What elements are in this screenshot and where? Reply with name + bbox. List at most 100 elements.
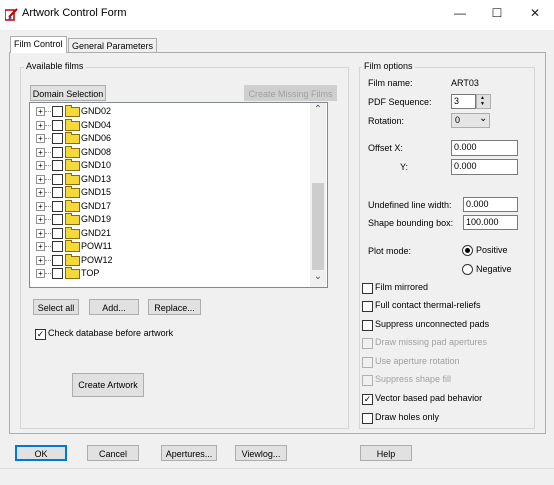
expand-icon[interactable]: +	[36, 242, 45, 251]
film-tree-row[interactable]: + GND19	[30, 213, 310, 226]
film-checkbox[interactable]	[52, 160, 63, 171]
ok-button[interactable]: OK	[15, 445, 67, 461]
replace-button[interactable]: Replace...	[148, 299, 201, 315]
film-checkbox[interactable]	[52, 268, 63, 279]
scroll-down-icon[interactable]: ⌄	[313, 271, 323, 282]
check-icon: ✓	[363, 394, 372, 404]
film-option-checkbox[interactable]	[362, 413, 373, 424]
cancel-button[interactable]: Cancel	[87, 445, 139, 461]
film-option-label: Draw holes only	[375, 412, 440, 422]
film-name-value: ART03	[451, 78, 479, 88]
undefined-line-width-input[interactable]: 0.000	[463, 197, 518, 212]
expand-icon[interactable]: +	[36, 188, 45, 197]
negative-radio[interactable]	[462, 264, 473, 275]
select-all-button[interactable]: Select all	[33, 299, 79, 315]
pdf-sequence-stepper[interactable]: ▲ ▼	[476, 94, 491, 109]
tab-general-parameters[interactable]: General Parameters	[68, 38, 158, 53]
film-checkbox[interactable]	[52, 187, 63, 198]
film-tree-row[interactable]: + POW11	[30, 240, 310, 253]
film-option-checkbox[interactable]	[362, 283, 373, 294]
expand-icon[interactable]: +	[36, 201, 45, 211]
expand-icon[interactable]: +	[36, 134, 45, 143]
tree-connector	[45, 259, 51, 261]
film-tree-row[interactable]: + GND15	[30, 186, 310, 199]
check-icon: ✓	[36, 329, 45, 339]
offset-y-input[interactable]: 0.000	[451, 159, 518, 175]
add-button[interactable]: Add...	[89, 299, 139, 315]
film-option-checkbox[interactable]	[362, 357, 373, 368]
folder-icon	[65, 132, 80, 144]
check-database-checkbox[interactable]: ✓	[35, 329, 46, 340]
film-checkbox[interactable]	[52, 227, 63, 239]
rotation-select[interactable]: 0 ⌄	[451, 113, 490, 128]
film-label: GND19	[81, 214, 112, 224]
expand-icon[interactable]: +	[36, 215, 45, 224]
film-checkbox[interactable]	[52, 119, 63, 131]
chevron-down-icon: ⌄	[479, 113, 488, 124]
film-checkbox[interactable]	[52, 241, 63, 252]
film-checkbox[interactable]	[52, 214, 63, 225]
film-option-checkbox[interactable]	[362, 320, 373, 331]
offset-y-label: Y:	[400, 162, 409, 172]
film-option-checkbox[interactable]: ✓	[362, 394, 373, 405]
film-checkbox[interactable]	[52, 106, 63, 117]
film-tree-row[interactable]: + GND06	[30, 132, 310, 145]
film-checkbox[interactable]	[52, 146, 63, 158]
expand-icon[interactable]: +	[36, 228, 45, 238]
film-checkbox[interactable]	[52, 200, 63, 212]
film-label: GND08	[81, 146, 112, 157]
help-button[interactable]: Help	[360, 445, 412, 461]
maximize-button[interactable]: ☐	[489, 6, 505, 20]
tree-connector	[45, 111, 51, 112]
film-option-checkbox[interactable]	[362, 375, 373, 386]
create-artwork-button[interactable]: Create Artwork	[72, 373, 144, 397]
tree-connector	[45, 273, 51, 274]
film-tree-row[interactable]: + GND21	[30, 226, 310, 240]
viewlog-button[interactable]: Viewlog...	[235, 445, 287, 461]
film-option-checkbox[interactable]	[362, 301, 373, 312]
film-tree-row[interactable]: + GND02	[30, 105, 310, 118]
film-label: GND15	[81, 187, 112, 197]
film-tree-row[interactable]: + GND13	[30, 172, 310, 186]
expand-icon[interactable]: +	[36, 161, 45, 170]
shape-bounding-box-input[interactable]: 100.000	[463, 215, 518, 230]
domain-selection-button[interactable]: Domain Selection	[30, 85, 106, 101]
film-label: TOP	[81, 268, 100, 278]
scroll-up-icon[interactable]: ⌃	[313, 104, 323, 115]
film-tree-row[interactable]: + GND08	[30, 145, 310, 159]
positive-radio[interactable]	[462, 245, 473, 256]
films-tree[interactable]: + GND02 + GND04 + GND06 + GND08 + GND10 + GND13 + GND…	[29, 102, 328, 288]
apertures-button[interactable]: Apertures...	[161, 445, 217, 461]
film-option-label: Draw missing pad apertures	[375, 337, 488, 347]
film-checkbox[interactable]	[52, 173, 63, 185]
expand-icon[interactable]: +	[36, 120, 45, 130]
film-tree-row[interactable]: + GND17	[30, 199, 310, 213]
expand-icon[interactable]: +	[36, 107, 45, 116]
film-checkbox[interactable]	[52, 254, 63, 266]
create-missing-films-button[interactable]: Create Missing Films	[244, 85, 337, 101]
film-label: GND06	[81, 133, 112, 143]
pdf-sequence-input[interactable]: 3	[451, 94, 476, 109]
close-button[interactable]: ✕	[527, 6, 543, 20]
spin-down-icon[interactable]: ▼	[480, 101, 485, 107]
minimize-button[interactable]: —	[452, 6, 468, 20]
expand-icon[interactable]: +	[36, 255, 45, 265]
tree-connector	[45, 165, 51, 166]
expand-icon[interactable]: +	[36, 147, 45, 157]
tree-scrollbar[interactable]: ⌃ ⌄	[310, 103, 326, 287]
scroll-thumb[interactable]	[312, 183, 324, 270]
film-options-label: Film options	[362, 61, 415, 71]
expand-icon[interactable]: +	[36, 174, 45, 184]
film-tree-row[interactable]: + GND04	[30, 118, 310, 132]
undefined-line-width-label: Undefined line width:	[368, 200, 452, 210]
film-tree-row[interactable]: + TOP	[30, 267, 310, 280]
film-tree-row[interactable]: + POW12	[30, 253, 310, 267]
folder-icon	[65, 226, 80, 239]
film-label: GND02	[81, 106, 112, 116]
film-tree-row[interactable]: + GND10	[30, 159, 310, 172]
expand-icon[interactable]: +	[36, 269, 45, 278]
offset-x-input[interactable]: 0.000	[451, 140, 518, 156]
tab-film-control[interactable]: Film Control	[10, 36, 67, 53]
film-checkbox[interactable]	[52, 133, 63, 144]
film-option-checkbox[interactable]	[362, 338, 373, 349]
